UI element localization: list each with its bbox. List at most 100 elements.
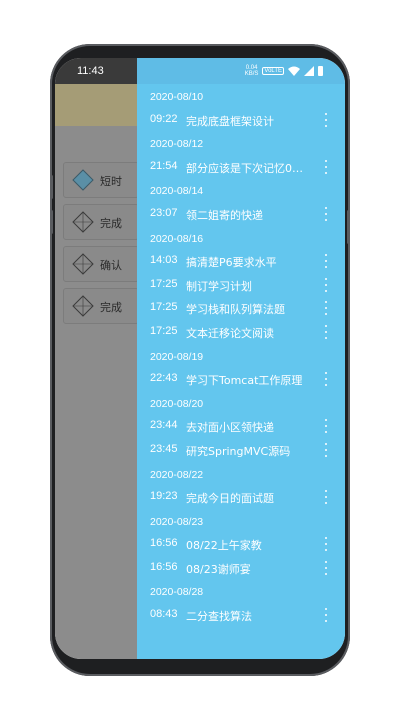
date-label: 2020-08/22 [150, 468, 204, 481]
entry-time: 09:22 [150, 112, 178, 125]
entry-time: 08:43 [150, 608, 178, 621]
date-header: 2020-08/12 [137, 131, 345, 155]
more-dot [325, 324, 327, 327]
more-options-icon[interactable] [323, 442, 329, 457]
more-options-icon[interactable] [323, 277, 329, 292]
status-time: 11:43 [77, 65, 104, 77]
todo-entry[interactable]: 23:07 领二姐寄的快递 [137, 202, 345, 226]
more-dot [325, 425, 327, 428]
more-dot [325, 206, 327, 209]
more-options-icon[interactable] [323, 490, 329, 505]
entry-title: 制订学习计划 [186, 279, 252, 293]
background-card-label: 完成 [100, 217, 122, 230]
entry-time: 16:56 [150, 560, 178, 573]
more-dot [325, 277, 327, 280]
date-label: 2020-08/16 [150, 232, 204, 245]
more-options-icon[interactable] [323, 159, 329, 174]
more-dot [325, 218, 327, 221]
todo-entry[interactable]: 08:43 二分查找算法 [137, 603, 345, 627]
status-bar-drawer: 0.04 KB/S VoLTE [137, 58, 345, 84]
entry-title: 学习下Tomcat工作原理 [186, 374, 303, 388]
more-dot [325, 566, 327, 569]
todo-entry[interactable]: 14:03 搞清楚P6要求水平 [137, 249, 345, 273]
more-options-icon[interactable] [323, 112, 329, 127]
todo-entry[interactable]: 17:25 学习栈和队列算法题 [137, 296, 345, 320]
todo-entry[interactable]: 09:22 完成底盘框架设计 [137, 108, 345, 132]
more-dot [325, 313, 327, 316]
entry-title: 08/23谢师宴 [186, 562, 251, 576]
entry-time: 22:43 [150, 372, 178, 385]
history-list: 2020-08/10 09:22 完成底盘框架设计 2020-08/12 21:54 部分… [137, 84, 345, 627]
more-dot [325, 118, 327, 121]
todo-entry[interactable]: 17:25 制订学习计划 [137, 273, 345, 297]
more-dot [325, 330, 327, 333]
net-speed-unit: KB/S [244, 71, 259, 77]
more-dot [325, 266, 327, 269]
more-dot [325, 260, 327, 263]
date-header: 2020-08/28 [137, 579, 345, 603]
todo-entry[interactable]: 21:54 部分应该是下次记忆0… [137, 155, 345, 179]
more-dot [325, 496, 327, 499]
entry-title: 完成今日的面试题 [186, 492, 274, 506]
more-dot [325, 378, 327, 381]
more-options-icon[interactable] [323, 372, 329, 387]
date-label: 2020-08/12 [150, 138, 204, 151]
diamond-icon [72, 295, 94, 317]
more-dot [325, 454, 327, 457]
more-dot [325, 336, 327, 339]
todo-entry[interactable]: 19:23 完成今日的面试题 [137, 485, 345, 509]
entry-title: 二分查找算法 [186, 610, 252, 624]
more-options-icon[interactable] [323, 608, 329, 623]
more-options-icon[interactable] [323, 537, 329, 552]
more-dot [325, 549, 327, 552]
more-dot [325, 384, 327, 387]
more-dot [325, 171, 327, 174]
more-dot [325, 301, 327, 304]
volte-icon: VoLTE [262, 67, 284, 75]
volume-down-button [50, 210, 53, 234]
date-header: 2020-08/10 [137, 84, 345, 108]
entry-title: 文本迁移论文阅读 [186, 326, 274, 340]
more-dot [325, 159, 327, 162]
todo-entry[interactable]: 22:43 学习下Tomcat工作原理 [137, 367, 345, 391]
background-card: 完成 [63, 288, 139, 324]
more-dot [325, 614, 327, 617]
more-options-icon[interactable] [323, 324, 329, 339]
date-header: 2020-08/14 [137, 178, 345, 202]
more-dot [325, 572, 327, 575]
more-dot [325, 289, 327, 292]
entry-time: 14:03 [150, 254, 178, 267]
entry-title: 领二姐寄的快递 [186, 208, 263, 222]
background-app-scrim[interactable]: 短时 完成 确认 完成 [55, 84, 139, 659]
background-card: 短时 [63, 162, 139, 198]
more-options-icon[interactable] [323, 419, 329, 434]
date-header: 2020-08/20 [137, 391, 345, 415]
signal-icon [304, 66, 314, 76]
more-dot [325, 165, 327, 168]
todo-entry[interactable]: 16:56 08/23谢师宴 [137, 556, 345, 580]
background-card: 确认 [63, 246, 139, 282]
entry-time: 17:25 [150, 324, 178, 337]
power-button [347, 210, 350, 244]
todo-entry[interactable]: 23:45 研究SpringMVC源码 [137, 438, 345, 462]
todo-entry[interactable]: 17:25 文本迁移论文阅读 [137, 320, 345, 344]
date-label: 2020-08/23 [150, 515, 204, 528]
todo-entry[interactable]: 23:44 去对面小区领快递 [137, 414, 345, 438]
more-dot [325, 502, 327, 505]
screen: 11:43 0.04 KB/S VoLTE 短时 完成 确认 完成 2020-0… [55, 58, 345, 659]
todo-entry[interactable]: 16:56 08/22上午家教 [137, 532, 345, 556]
status-bar-scrim: 11:43 [55, 58, 137, 84]
more-dot [325, 254, 327, 257]
history-drawer: 2020-08/10 09:22 完成底盘框架设计 2020-08/12 21:54 部分… [137, 84, 345, 659]
more-options-icon[interactable] [323, 206, 329, 221]
entry-title: 搞清楚P6要求水平 [186, 256, 277, 270]
background-card-label: 短时 [100, 175, 122, 188]
more-options-icon[interactable] [323, 301, 329, 316]
more-options-icon[interactable] [323, 254, 329, 269]
more-options-icon[interactable] [323, 560, 329, 575]
entry-time: 23:44 [150, 419, 178, 432]
date-label: 2020-08/28 [150, 586, 204, 599]
entry-time: 17:25 [150, 277, 178, 290]
more-dot [325, 124, 327, 127]
more-dot [325, 543, 327, 546]
